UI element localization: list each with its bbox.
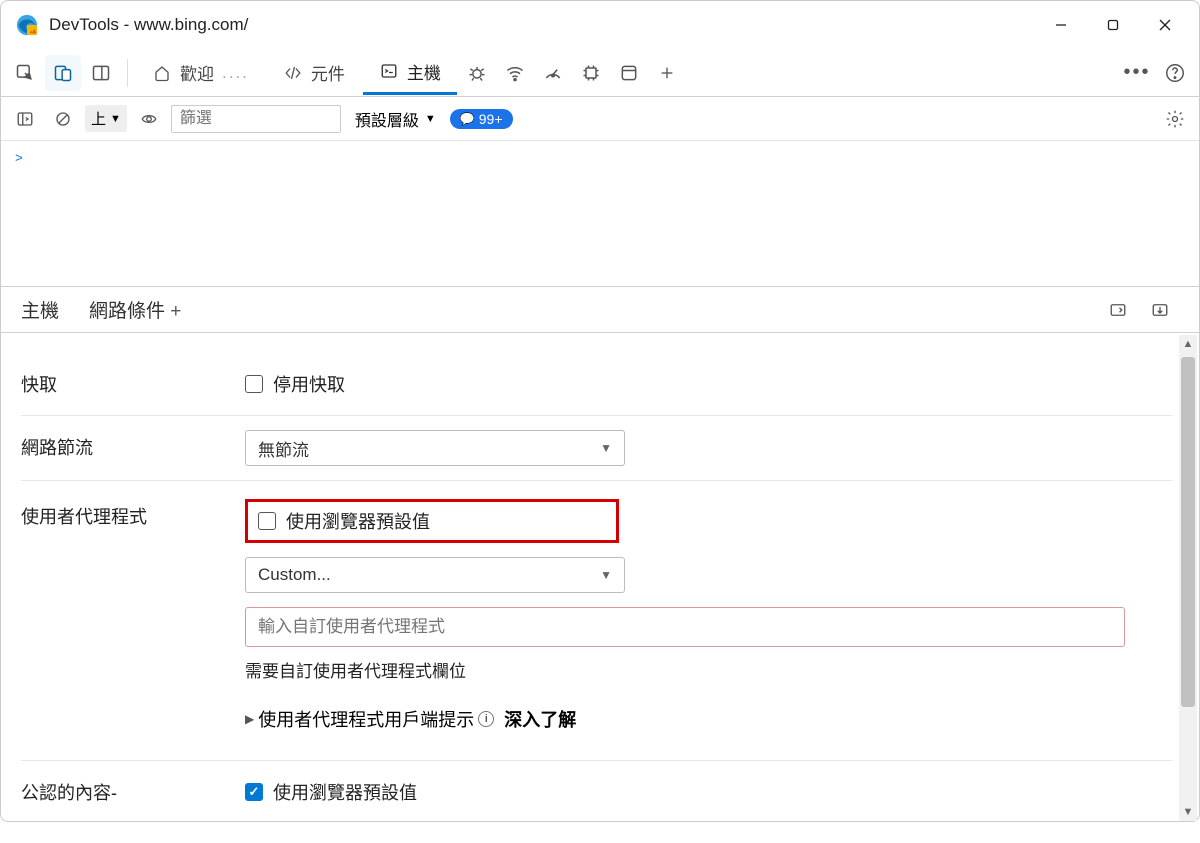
network-conditions-panel: 快取 停用快取 網路節流 無節流 ▼ 使用者代理程式 [1, 333, 1199, 843]
ua-use-default-label: 使用瀏覽器預設值 [286, 508, 430, 534]
log-level-label: 預設層級 [355, 107, 419, 131]
checkbox-icon [245, 375, 263, 393]
throttling-value: 無節流 [258, 436, 309, 461]
tab-console-label: 主機 [407, 59, 441, 84]
scroll-up-icon[interactable]: ▲ [1179, 335, 1197, 353]
console-output[interactable]: > [1, 141, 1199, 287]
ua-client-hints-label: 使用者代理程式用戶端提示 [258, 706, 474, 732]
application-icon[interactable] [611, 55, 647, 91]
ua-required-hint: 需要自訂使用者代理程式欄位 [245, 657, 1173, 682]
console-prompt-icon: > [15, 151, 23, 166]
console-settings-icon[interactable] [1159, 104, 1191, 134]
ua-select[interactable]: Custom... ▼ [245, 557, 625, 593]
memory-icon[interactable] [573, 55, 609, 91]
add-tab-icon[interactable] [649, 55, 685, 91]
maximize-button[interactable] [1087, 5, 1139, 45]
log-level-selector[interactable]: 預設層級 ▼ [347, 107, 444, 131]
caret-down-icon: ▼ [600, 568, 612, 582]
network-icon[interactable] [497, 55, 533, 91]
triangle-right-icon: ▶ [245, 712, 254, 726]
learn-more-link[interactable]: 深入了解 [504, 706, 576, 732]
ua-select-value: Custom... [258, 565, 331, 585]
live-expression-icon[interactable] [133, 104, 165, 134]
tab-welcome-label: 歡迎 [180, 60, 214, 85]
window-title: DevTools - www.bing.com/ [49, 15, 1035, 35]
tab-console[interactable]: 主機 [363, 51, 457, 95]
throttling-select[interactable]: 無節流 ▼ [245, 430, 625, 466]
disable-cache-checkbox[interactable]: 停用快取 [245, 367, 1173, 401]
scroll-thumb[interactable] [1181, 357, 1195, 707]
window-titlebar: DevTools - www.bing.com/ [1, 1, 1199, 49]
close-button[interactable] [1139, 5, 1191, 45]
disable-cache-label: 停用快取 [273, 371, 345, 397]
user-agent-label: 使用者代理程式 [21, 499, 245, 529]
ua-use-default-checkbox[interactable]: 使用瀏覽器預設值 [258, 508, 430, 534]
console-icon [379, 61, 399, 81]
checkbox-icon [258, 512, 276, 530]
context-selector[interactable]: 上 ▼ [85, 105, 127, 132]
accepted-use-default-label: 使用瀏覽器預設值 [273, 779, 417, 805]
scrollbar[interactable]: ▲ ▼ [1179, 335, 1197, 821]
drawer-tab-console[interactable]: 主機 [15, 290, 65, 329]
drawer-tabbar: 主機 網路條件 [1, 287, 1199, 333]
console-toolbar: 上 ▼ 預設層級 ▼ 99+ [1, 97, 1199, 141]
throttling-label: 網路節流 [21, 430, 245, 460]
inspect-element-icon[interactable] [7, 55, 43, 91]
info-icon: i [478, 711, 494, 727]
minimize-button[interactable] [1035, 5, 1087, 45]
context-label: 上 [91, 108, 106, 129]
device-toggle-icon[interactable] [45, 55, 81, 91]
clear-console-icon[interactable] [47, 104, 79, 134]
accepted-use-default-checkbox[interactable]: 使用瀏覽器預設值 [245, 775, 1173, 809]
caret-down-icon: ▼ [600, 441, 612, 455]
ua-client-hints-toggle[interactable]: ▶ 使用者代理程式用戶端提示 i 深入了解 [245, 706, 1173, 732]
dock-icon[interactable] [83, 55, 119, 91]
window-controls [1035, 5, 1191, 45]
home-icon [152, 63, 172, 83]
tab-welcome[interactable]: 歡迎.... [136, 51, 265, 95]
bug-icon[interactable] [459, 55, 495, 91]
help-icon[interactable] [1157, 55, 1193, 91]
caret-down-icon: ▼ [425, 113, 436, 125]
more-icon[interactable]: ••• [1119, 55, 1155, 91]
code-icon [283, 63, 303, 83]
tab-elements[interactable]: 元件 [267, 51, 361, 95]
checkbox-checked-icon [245, 783, 263, 801]
performance-icon[interactable] [535, 55, 571, 91]
main-tabbar: 歡迎.... 元件 主機 ••• [1, 49, 1199, 97]
tab-elements-label: 元件 [311, 60, 345, 85]
scroll-down-icon[interactable]: ▼ [1179, 803, 1197, 821]
filter-input[interactable] [171, 105, 341, 133]
drawer-tab-network-conditions[interactable]: 網路條件 [83, 290, 187, 329]
edge-devtools-icon [15, 13, 39, 37]
drawer-collapse-icon[interactable] [1145, 295, 1175, 325]
issues-badge[interactable]: 99+ [450, 109, 513, 129]
drawer-expand-icon[interactable] [1103, 295, 1133, 325]
ua-default-highlight: 使用瀏覽器預設值 [245, 499, 619, 543]
ua-custom-input[interactable] [245, 607, 1125, 647]
accepted-content-label: 公認的內容- [21, 775, 245, 805]
caret-down-icon: ▼ [110, 113, 121, 125]
cache-label: 快取 [21, 367, 245, 397]
toggle-sidebar-icon[interactable] [9, 104, 41, 134]
